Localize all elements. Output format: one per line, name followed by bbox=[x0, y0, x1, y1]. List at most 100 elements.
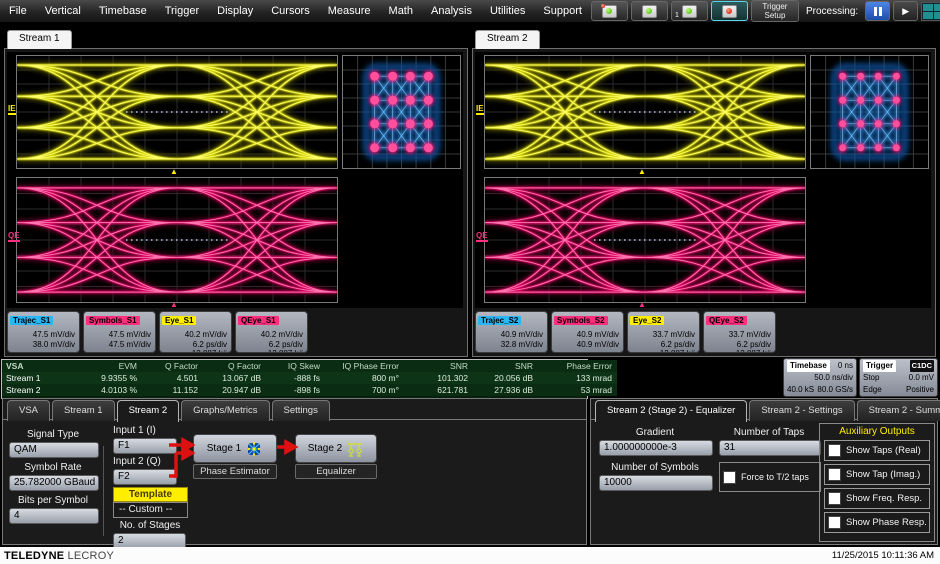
trigger-stop-button[interactable] bbox=[711, 1, 748, 21]
mosaic-grid-icon[interactable] bbox=[921, 2, 940, 21]
template-select[interactable]: -- Custom -- bbox=[113, 502, 188, 518]
constellation-s2[interactable] bbox=[810, 55, 929, 169]
trigger-position-marker[interactable]: ▲ bbox=[638, 168, 646, 176]
menu-item-support[interactable]: Support bbox=[534, 5, 591, 17]
force-t2-checkbox[interactable] bbox=[723, 471, 736, 484]
q-eye-diagram-s1[interactable] bbox=[16, 177, 338, 303]
vsa-tab-0[interactable]: VSA bbox=[7, 400, 50, 421]
trace-scale-line: 6.2 ps/div bbox=[160, 340, 231, 350]
menu-item-display[interactable]: Display bbox=[208, 5, 262, 17]
menu-items: FileVerticalTimebaseTriggerDisplayCursor… bbox=[0, 5, 591, 17]
status-bar: TELEDYNE LECROY 11/25/2015 10:11:36 AM bbox=[0, 547, 940, 564]
play-button[interactable]: ▶ bbox=[893, 1, 918, 21]
signal-type-select[interactable]: QAM bbox=[9, 442, 99, 458]
q-eye-diagram-s2[interactable] bbox=[484, 177, 806, 303]
i-eye-diagram-s2[interactable] bbox=[484, 55, 806, 169]
vsa-tab-3[interactable]: Graphs/Metrics bbox=[181, 400, 269, 421]
aux-output-option[interactable]: Show Tap (Imag.) bbox=[824, 464, 930, 485]
vsa-tab-2[interactable]: Stream 2 bbox=[117, 400, 180, 422]
trigger-normal-button[interactable] bbox=[631, 1, 668, 21]
trace-descriptor[interactable]: QEye_S233.7 mV/div6.2 ps/div12.887 k# bbox=[703, 311, 776, 353]
stream-1-panel: Stream 1 IE QE ▲ ▲ Trajec_S147.5 mV/div3… bbox=[4, 30, 468, 357]
vsa-value: 133 mrad bbox=[538, 372, 617, 384]
bits-per-symbol-input[interactable]: 4 bbox=[9, 508, 99, 524]
aux-output-option[interactable]: Show Taps (Real) bbox=[824, 440, 930, 461]
force-t2-taps-option[interactable]: Force to T/2 taps bbox=[719, 462, 821, 492]
trace-descriptor[interactable]: Eye_S140.2 mV/div6.2 ps/div12.887 k# bbox=[159, 311, 232, 353]
eq-tab-1[interactable]: Stream 2 - Settings bbox=[749, 400, 854, 421]
trace-descriptor[interactable]: Symbols_S147.5 mV/div47.5 mV/div bbox=[83, 311, 156, 353]
menu-item-file[interactable]: File bbox=[0, 5, 36, 17]
trigger-setup-line1: Trigger bbox=[762, 2, 787, 11]
trace-scale-line: 38.0 mV/div bbox=[8, 340, 79, 350]
symbols-input[interactable]: 10000 bbox=[599, 475, 713, 491]
menu-item-utilities[interactable]: Utilities bbox=[481, 5, 534, 17]
constellation-s1[interactable] bbox=[342, 55, 461, 169]
trigger-type: Edge bbox=[863, 384, 882, 396]
trigger-auto-button[interactable] bbox=[591, 1, 628, 21]
scope-screen-icon bbox=[722, 5, 737, 18]
stage2-button[interactable]: Stage 2 bbox=[295, 434, 377, 463]
column-divider bbox=[103, 446, 104, 536]
trace-scale-line: 40.2 mV/div bbox=[160, 330, 231, 340]
trace-descriptor[interactable]: Symbols_S240.9 mV/div40.9 mV/div bbox=[551, 311, 624, 353]
trace-descriptor[interactable]: Trajec_S147.5 mV/div38.0 mV/div bbox=[7, 311, 80, 353]
i-eye-diagram-s1[interactable] bbox=[16, 55, 338, 169]
symbol-rate-input[interactable]: 25.782000 GBaud bbox=[9, 475, 99, 491]
trigger-position-marker[interactable]: ▲ bbox=[170, 168, 178, 176]
trace-descriptor[interactable]: Eye_S233.7 mV/div6.2 ps/div12.887 k# bbox=[627, 311, 700, 353]
trigger-summary-box[interactable]: TriggerC1DC Stop0.0 mV EdgePositive bbox=[859, 358, 938, 397]
menu-item-trigger[interactable]: Trigger bbox=[156, 5, 208, 17]
stream-1-plot-area: IE QE ▲ ▲ bbox=[7, 52, 463, 308]
menu-item-vertical[interactable]: Vertical bbox=[36, 5, 90, 17]
trigger-single-button[interactable]: 1 bbox=[671, 1, 708, 21]
processing-label: Processing: bbox=[802, 6, 862, 17]
stage2-label: Stage 2 bbox=[308, 443, 342, 454]
menu-item-timebase[interactable]: Timebase bbox=[90, 5, 156, 17]
menu-item-cursors[interactable]: Cursors bbox=[262, 5, 319, 17]
menu-item-math[interactable]: Math bbox=[380, 5, 422, 17]
aux-output-option[interactable]: Show Phase Resp. bbox=[824, 512, 930, 533]
vsa-value: 621.781 bbox=[404, 384, 473, 396]
aux-output-option[interactable]: Show Freq. Resp. bbox=[824, 488, 930, 509]
gradient-input[interactable]: 1.000000000e-3 bbox=[599, 440, 713, 456]
input2-select[interactable]: F2 bbox=[113, 469, 177, 485]
tab-stream-1[interactable]: Stream 1 bbox=[7, 30, 72, 49]
vsa-value: 4.0103 % bbox=[75, 384, 142, 396]
trigger-position-marker[interactable]: ▲ bbox=[638, 301, 646, 309]
tab-stream-2[interactable]: Stream 2 bbox=[475, 30, 540, 49]
stage2-sub-label[interactable]: Equalizer bbox=[295, 464, 377, 479]
stage1-sub-label[interactable]: Phase Estimator bbox=[193, 464, 277, 479]
eq-tab-2[interactable]: Stream 2 - Summary bbox=[857, 400, 940, 421]
menu-item-measure[interactable]: Measure bbox=[319, 5, 380, 17]
trace-name-chip: QEye_S1 bbox=[238, 316, 279, 325]
trace-scale-line: 12.887 k# bbox=[704, 349, 775, 353]
aux-checkbox[interactable] bbox=[828, 444, 841, 457]
trace-scale-values: 40.9 mV/div40.9 mV/div bbox=[552, 330, 623, 349]
timebase-summary-box[interactable]: Timebase0 ns 50.0 ns/div 40.0 kS80.0 GS/… bbox=[783, 358, 857, 397]
trigger-position-marker[interactable]: ▲ bbox=[170, 301, 178, 309]
vsa-value: 13.067 dB bbox=[203, 372, 266, 384]
taps-input[interactable]: 31 bbox=[719, 440, 821, 456]
trace-descriptor[interactable]: Trajec_S240.9 mV/div32.8 mV/div bbox=[475, 311, 548, 353]
template-button[interactable]: Template bbox=[113, 487, 188, 502]
pause-button[interactable] bbox=[865, 1, 890, 21]
input1-select[interactable]: F1 bbox=[113, 438, 177, 454]
trace-descriptor[interactable]: QEye_S140.2 mV/div6.2 ps/div12.887 k# bbox=[235, 311, 308, 353]
symbol-rate-label: Symbol Rate bbox=[7, 462, 99, 473]
vsa-tab-4[interactable]: Settings bbox=[272, 400, 330, 421]
vsa-tab-1[interactable]: Stream 1 bbox=[52, 400, 115, 421]
aux-checkbox[interactable] bbox=[828, 492, 841, 505]
vsa-value: 101.302 bbox=[404, 372, 473, 384]
trace-scale-values: 40.2 mV/div6.2 ps/div12.887 k# bbox=[160, 330, 231, 353]
aux-checkbox[interactable] bbox=[828, 468, 841, 481]
eq-tab-0[interactable]: Stream 2 (Stage 2) - Equalizer bbox=[595, 400, 747, 422]
menu-item-analysis[interactable]: Analysis bbox=[422, 5, 481, 17]
gradient-label: Gradient bbox=[599, 427, 711, 438]
trigger-setup-button[interactable]: Trigger Setup bbox=[751, 0, 799, 22]
trace-scale-line: 33.7 mV/div bbox=[628, 330, 699, 340]
trace-scale-values: 47.5 mV/div38.0 mV/div bbox=[8, 330, 79, 349]
stage1-button[interactable]: Stage 1 bbox=[193, 434, 277, 463]
aux-checkbox[interactable] bbox=[828, 516, 841, 529]
trace-scale-line: 12.887 k# bbox=[628, 349, 699, 353]
